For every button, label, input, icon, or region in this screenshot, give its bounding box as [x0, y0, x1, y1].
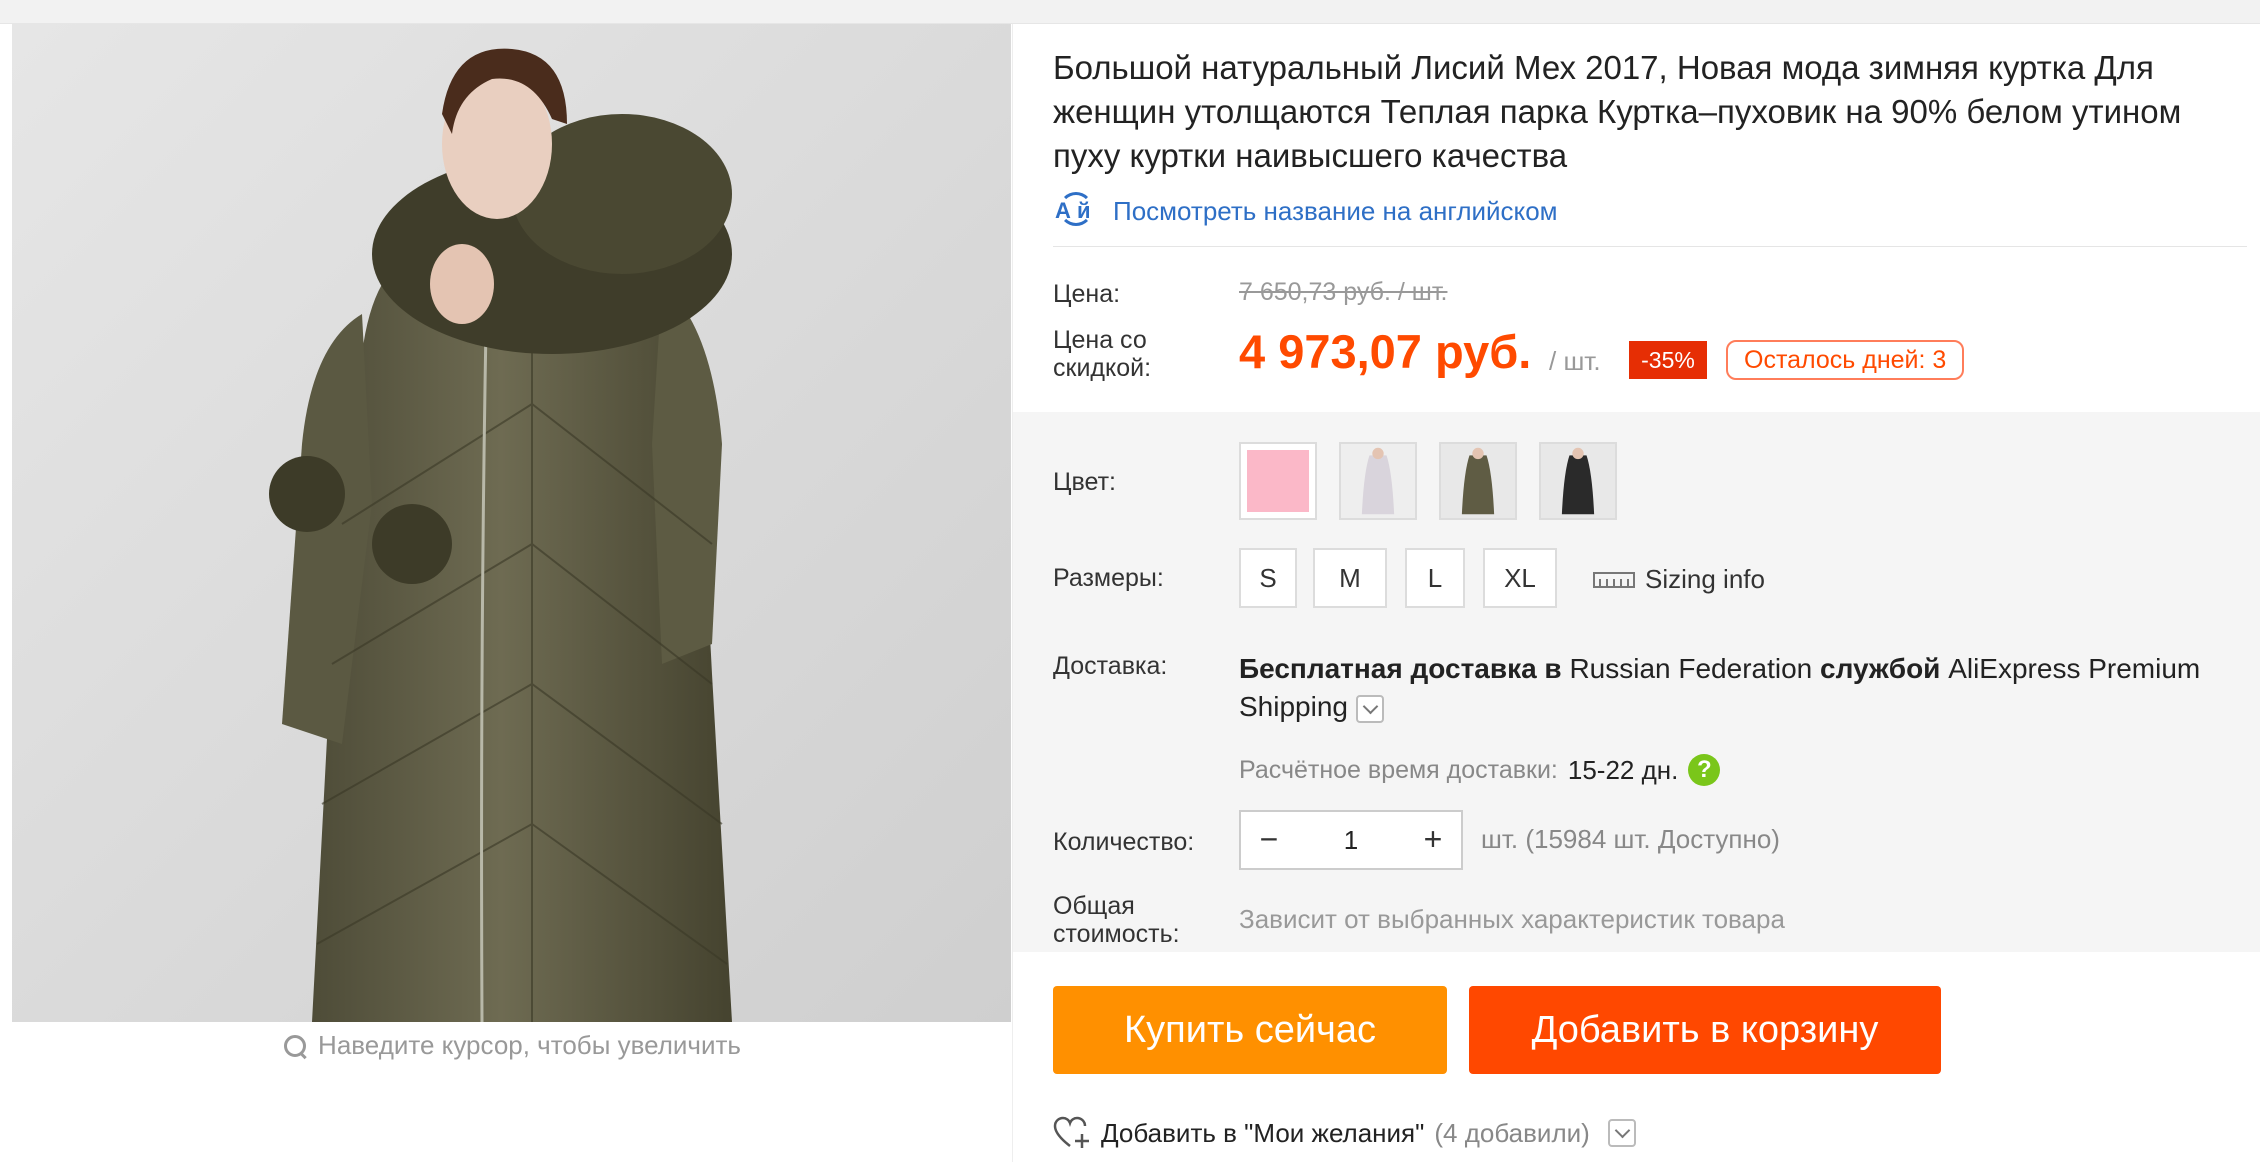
- divider: [1053, 246, 2247, 247]
- top-bar: [0, 0, 2260, 24]
- wishlist-link[interactable]: Добавить в "Мои желания" (4 добавили): [1053, 1116, 1636, 1150]
- product-photo: [12, 24, 1011, 1022]
- quantity-stepper: − 1 +: [1239, 810, 1463, 870]
- delivery-info: Бесплатная доставка в Russian Federation…: [1239, 650, 2239, 726]
- product-title: Большой натуральный Лисий Мех 2017, Нова…: [1053, 49, 2182, 174]
- total-value: Зависит от выбранных характеристик товар…: [1239, 904, 1785, 934]
- sizing-info-link[interactable]: Sizing info: [1593, 564, 1765, 595]
- increase-button[interactable]: +: [1405, 812, 1461, 868]
- zoom-hint-text: Наведите курсор, чтобы увеличить: [318, 1030, 741, 1060]
- wishlist-text[interactable]: Добавить в "Мои желания": [1101, 1118, 1424, 1149]
- discount-price-label: Цена со скидкой:: [1053, 326, 1152, 382]
- delivery-country: Russian Federation: [1569, 653, 1813, 684]
- days-left-badge: Осталось дней: 3: [1726, 340, 1965, 380]
- size-l-button[interactable]: L: [1405, 548, 1465, 608]
- magnifier-icon: [282, 1033, 308, 1059]
- discount-badge: -35%: [1629, 341, 1707, 379]
- add-to-cart-button[interactable]: Добавить в корзину: [1469, 986, 1941, 1074]
- discount-price: 4 973,07 руб.: [1239, 325, 1532, 378]
- delivery-eta: Расчётное время доставки: 15-22 дн. ?: [1239, 754, 1721, 786]
- chevron-down-icon[interactable]: [1355, 694, 1384, 723]
- decrease-button[interactable]: −: [1241, 812, 1297, 868]
- eta-label: Расчётное время доставки:: [1239, 755, 1558, 784]
- translate-link-text[interactable]: Посмотреть название на английском: [1113, 196, 1558, 227]
- original-price: 7 650,73 руб. / шт.: [1239, 278, 1448, 306]
- total-label: Общая стоимость:: [1053, 892, 1180, 948]
- translate-link[interactable]: Aй Посмотреть название на английском: [1053, 192, 1558, 230]
- size-s-button[interactable]: S: [1239, 548, 1297, 608]
- free-shipping-text: Бесплатная доставка в: [1239, 653, 1562, 684]
- help-icon[interactable]: ?: [1688, 754, 1721, 786]
- product-image[interactable]: [12, 24, 1011, 1022]
- sizes-label: Размеры:: [1053, 564, 1164, 592]
- zoom-hint: Наведите курсор, чтобы увеличить: [12, 1030, 1011, 1061]
- quantity-available: шт. (15984 шт. Доступно): [1481, 824, 1780, 854]
- color-swatch-olive[interactable]: [1439, 442, 1517, 520]
- heart-plus-icon: [1053, 1116, 1089, 1148]
- color-swatch-light[interactable]: [1339, 442, 1417, 520]
- sizing-info-text[interactable]: Sizing info: [1645, 564, 1765, 595]
- buy-now-button[interactable]: Купить сейчас: [1053, 986, 1447, 1074]
- wishlist-count: (4 добавили): [1434, 1117, 1590, 1148]
- chevron-down-icon[interactable]: [1607, 1119, 1636, 1147]
- delivery-via: службой: [1820, 653, 1941, 684]
- eta-value: 15-22 дн.: [1567, 754, 1679, 785]
- ruler-icon: [1593, 571, 1635, 588]
- size-m-button[interactable]: M: [1313, 548, 1387, 608]
- delivery-label: Доставка:: [1053, 652, 1168, 680]
- quantity-input[interactable]: 1: [1297, 825, 1405, 856]
- price-label: Цена:: [1053, 280, 1121, 308]
- color-swatch-black[interactable]: [1539, 442, 1617, 520]
- color-swatch-pink[interactable]: [1239, 442, 1317, 520]
- color-label: Цвет:: [1053, 468, 1116, 496]
- size-xl-button[interactable]: XL: [1483, 548, 1557, 608]
- quantity-label: Количество:: [1053, 828, 1195, 856]
- translate-icon: Aй: [1053, 192, 1099, 230]
- product-details: Большой натуральный Лисий Мех 2017, Нова…: [1013, 24, 2260, 1162]
- price-unit: / шт.: [1549, 346, 1601, 376]
